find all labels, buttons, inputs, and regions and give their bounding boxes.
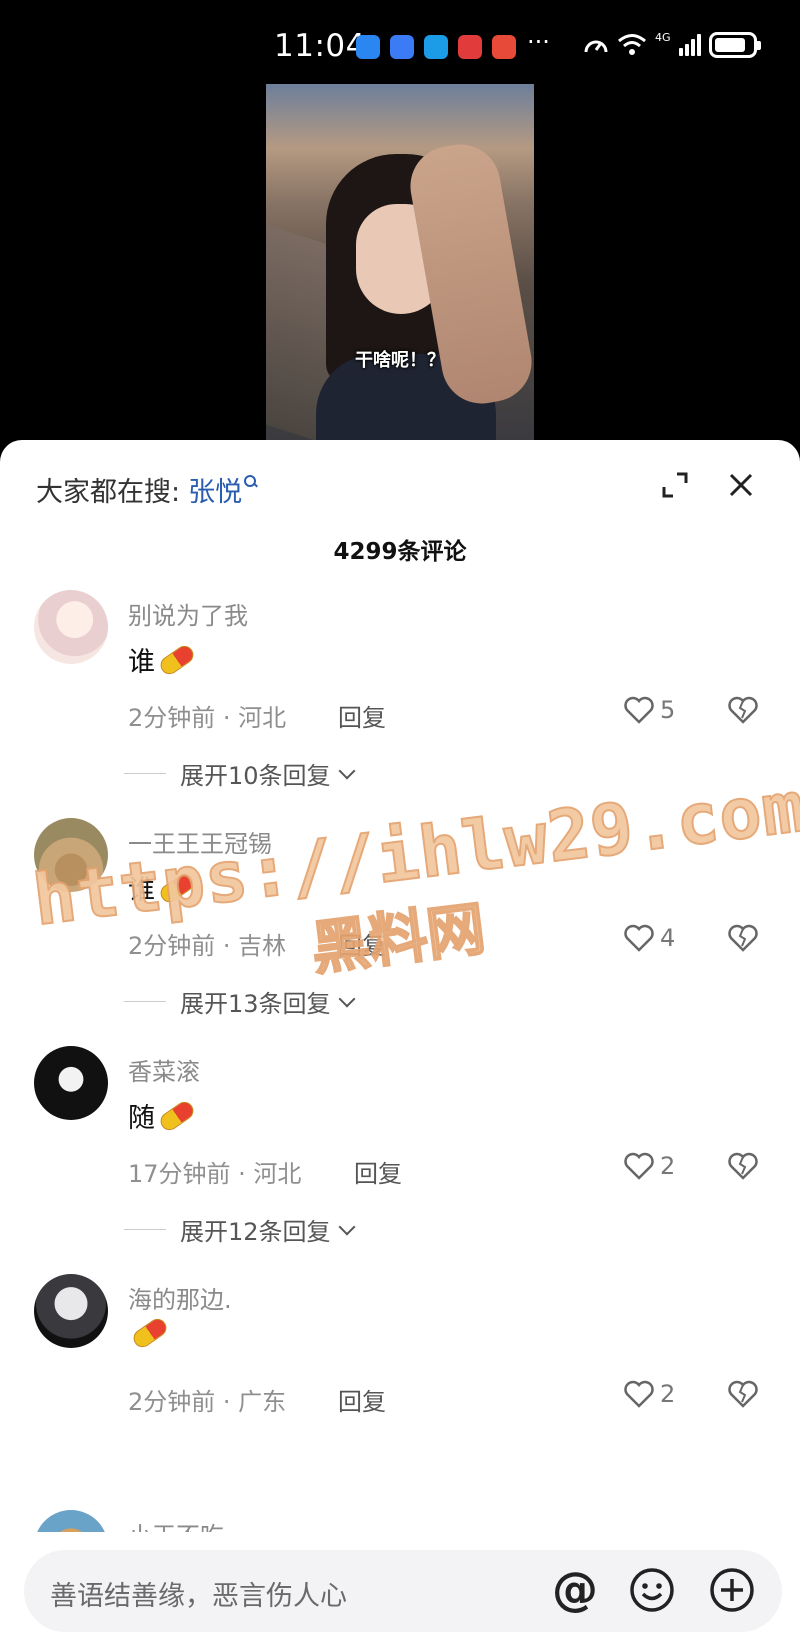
like-count: 5 xyxy=(660,696,676,724)
news-app-icon xyxy=(458,35,482,59)
video-frame[interactable]: 干啥呢！？ xyxy=(266,84,534,444)
reply-button[interactable]: 回复 xyxy=(338,698,386,733)
expand-replies-button[interactable]: 展开10条回复 xyxy=(124,756,356,791)
system-status: 4G xyxy=(583,30,761,58)
comment-text xyxy=(128,1315,170,1351)
broken-heart-icon[interactable] xyxy=(728,1380,758,1408)
comment-text: 谁 xyxy=(128,640,197,679)
close-icon[interactable] xyxy=(724,468,758,502)
add-icon[interactable] xyxy=(708,1566,756,1614)
status-time: 11:04 xyxy=(274,28,366,64)
heart-icon xyxy=(624,924,654,952)
pill-emoji-icon xyxy=(157,869,197,906)
comment-count: 4299条评论 xyxy=(333,539,467,565)
reply-button[interactable]: 回复 xyxy=(354,1154,402,1189)
avatar[interactable] xyxy=(34,1274,108,1348)
comment-username[interactable]: 一王王王冠锡 xyxy=(128,824,272,859)
cast-app-icon xyxy=(390,35,414,59)
reply-button[interactable]: 回复 xyxy=(338,1382,386,1417)
comment-time-location: 2分钟前 · 河北 xyxy=(128,704,287,732)
battery-icon xyxy=(708,32,761,58)
signal-icon xyxy=(678,34,701,56)
broken-heart-icon[interactable] xyxy=(728,1152,758,1180)
broken-heart-icon[interactable] xyxy=(728,696,758,724)
expand-replies-button[interactable]: 展开12条回复 xyxy=(124,1212,356,1247)
comment-text: 谁 xyxy=(128,868,197,907)
comment-input-bar: 善语结善缘，恶言伤人心 @ xyxy=(0,1532,800,1648)
shop-app-icon xyxy=(492,35,516,59)
comment-time-location: 2分钟前 · 吉林 xyxy=(128,932,287,960)
chevron-down-icon xyxy=(338,1218,356,1235)
comment-username[interactable]: 香菜滚 xyxy=(128,1052,200,1087)
comment-sheet: 大家都在搜: 张悦 4299条评论 别说为了我 谁 2分钟前 · 河北 回复 5… xyxy=(0,440,800,1648)
expand-replies-button[interactable]: 展开13条回复 xyxy=(124,984,356,1019)
comment-username[interactable]: 海的那边. xyxy=(128,1280,232,1315)
like-count: 2 xyxy=(660,1152,676,1180)
browser-app-icon xyxy=(424,35,448,59)
like-count: 2 xyxy=(660,1380,676,1408)
comment-time-location: 17分钟前 · 河北 xyxy=(128,1160,302,1188)
comment-input[interactable]: 善语结善缘，恶言伤人心 @ xyxy=(24,1550,782,1632)
like-button[interactable]: 4 xyxy=(624,924,675,952)
pill-emoji-icon xyxy=(157,1097,197,1134)
pill-emoji-icon xyxy=(130,1315,170,1351)
heart-icon xyxy=(624,696,654,724)
like-count: 4 xyxy=(660,924,676,952)
emoji-icon[interactable] xyxy=(628,1566,676,1614)
video-caption: 干啥呢！？ xyxy=(355,350,445,371)
trending-search[interactable]: 大家都在搜: 张悦 xyxy=(36,470,258,509)
trending-search-label: 大家都在搜: xyxy=(36,477,181,508)
comment-input-placeholder: 善语结善缘，恶言伤人心 xyxy=(50,1581,347,1612)
heart-icon xyxy=(624,1152,654,1180)
like-button[interactable]: 2 xyxy=(624,1152,675,1180)
avatar[interactable] xyxy=(34,1046,108,1120)
heart-icon xyxy=(624,1380,654,1408)
pill-emoji-icon xyxy=(157,641,197,678)
avatar[interactable] xyxy=(34,590,108,664)
search-icon xyxy=(244,474,258,489)
like-button[interactable]: 2 xyxy=(624,1380,675,1408)
more-notifications-icon: ··· xyxy=(527,28,550,56)
avatar[interactable] xyxy=(34,818,108,892)
message-app-icon xyxy=(356,35,380,59)
notification-icons xyxy=(356,35,516,59)
network-type: 4G xyxy=(655,30,671,44)
status-bar: 11:04 ··· 4G xyxy=(0,0,800,84)
speed-icon xyxy=(584,40,608,53)
expand-icon[interactable] xyxy=(660,470,690,500)
at-mention-icon[interactable]: @ xyxy=(548,1562,602,1616)
chevron-down-icon xyxy=(338,990,356,1007)
video-player[interactable]: 干啥呢！？ xyxy=(0,84,800,444)
broken-heart-icon[interactable] xyxy=(728,924,758,952)
like-button[interactable]: 5 xyxy=(624,696,675,724)
comment-text: 随 xyxy=(128,1096,197,1135)
trending-search-term[interactable]: 张悦 xyxy=(188,470,242,509)
comment-time-location: 2分钟前 · 广东 xyxy=(128,1388,287,1416)
wifi-icon xyxy=(618,34,646,55)
chevron-down-icon xyxy=(338,762,356,779)
comment-username[interactable]: 别说为了我 xyxy=(128,596,248,631)
reply-button[interactable]: 回复 xyxy=(338,926,386,961)
